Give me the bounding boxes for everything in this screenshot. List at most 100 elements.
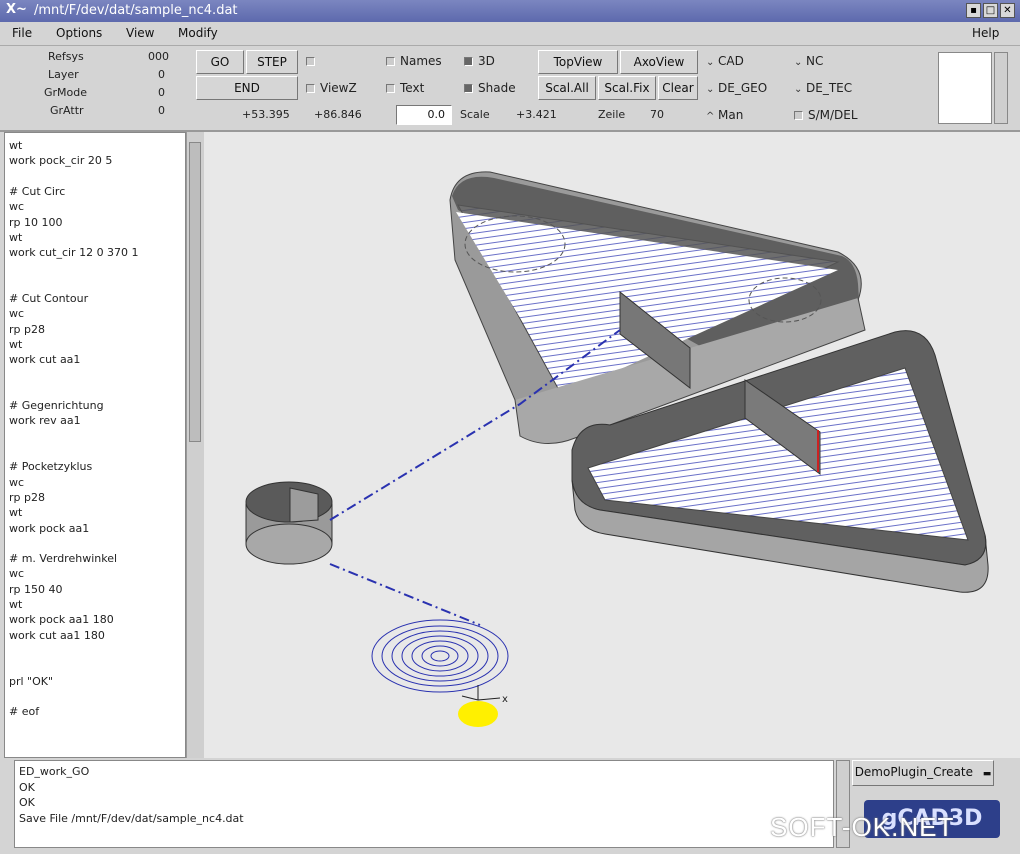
grattr-label: GrAttr bbox=[50, 104, 84, 117]
nc-radio[interactable]: ⌄ NC bbox=[794, 54, 823, 68]
sm-del-checkbox[interactable]: S/M/DEL bbox=[794, 108, 858, 122]
editor-line: wc bbox=[9, 307, 25, 321]
close-button[interactable]: ✕ bbox=[1000, 3, 1015, 18]
preview-box bbox=[938, 52, 992, 124]
editor-line: prl "OK" bbox=[9, 674, 54, 688]
names-checkbox[interactable]: Names bbox=[386, 54, 442, 68]
layer-value: 0 bbox=[158, 68, 165, 81]
zeile-value: 70 bbox=[650, 108, 664, 121]
axoview-button[interactable]: AxoView bbox=[620, 50, 698, 74]
menu-file[interactable]: File bbox=[12, 26, 32, 40]
console-line: OK bbox=[19, 796, 35, 809]
zeile-label: Zeile bbox=[598, 108, 626, 121]
3d-viewport[interactable]: x bbox=[204, 132, 1020, 758]
window-title: /mnt/F/dev/dat/sample_nc4.dat bbox=[34, 3, 238, 18]
editor-line: wt bbox=[9, 337, 23, 351]
radio-mark-icon: ⌄ bbox=[706, 84, 715, 95]
checkbox-box bbox=[464, 57, 473, 66]
z-input[interactable]: 0.0 bbox=[396, 105, 452, 125]
menu-options[interactable]: Options bbox=[56, 26, 102, 40]
text-checkbox[interactable]: Text bbox=[386, 81, 424, 95]
minimize-button[interactable]: ▪ bbox=[966, 3, 981, 18]
plugin-dropdown[interactable]: DemoPlugin_Create ▬ bbox=[852, 760, 994, 786]
checkbox-box bbox=[306, 84, 315, 93]
console-line: ED_work_GO bbox=[19, 765, 90, 778]
menu-bar: File Options View Modify Help bbox=[0, 22, 1020, 46]
editor-line: wt bbox=[9, 598, 23, 611]
editor-line: rp p28 bbox=[9, 490, 45, 504]
de-geo-radio[interactable]: ⌄ DE_GEO bbox=[706, 81, 767, 95]
editor-line: wc bbox=[9, 200, 25, 214]
de-geo-label: DE_GEO bbox=[718, 81, 768, 95]
de-tec-radio[interactable]: ⌄ DE_TEC bbox=[794, 81, 852, 95]
editor-line: # Cut Circ bbox=[9, 184, 66, 198]
watermark: SOFT-OK.NET bbox=[770, 812, 955, 842]
checkbox-box bbox=[306, 57, 315, 66]
editor-line: work cut aa1 180 bbox=[9, 628, 105, 642]
menu-view[interactable]: View bbox=[126, 26, 154, 40]
message-console[interactable]: ED_work_GO OK OK Save File /mnt/F/dev/dat/s… bbox=[14, 760, 834, 848]
editor-line: work rev aa1 bbox=[9, 414, 81, 428]
menu-modify[interactable]: Modify bbox=[178, 26, 218, 40]
cad-label: CAD bbox=[718, 54, 744, 68]
refsys-value: 000 bbox=[148, 50, 169, 63]
go-button[interactable]: GO bbox=[196, 50, 244, 74]
viewz-checkbox[interactable]: ViewZ bbox=[306, 81, 357, 95]
clear-button[interactable]: Clear bbox=[658, 76, 698, 100]
cylinder-pocket bbox=[245, 481, 333, 565]
checkbox-box bbox=[386, 84, 395, 93]
sm-del-label: S/M/DEL bbox=[808, 108, 858, 122]
editor-line: # Pocketzyklus bbox=[9, 460, 93, 474]
editor-line: rp 10 100 bbox=[9, 215, 63, 229]
editor-line: work pock_cir 20 5 bbox=[9, 154, 113, 168]
shade-label: Shade bbox=[478, 81, 516, 95]
x-window-icon: X~ bbox=[6, 2, 27, 17]
scal-all-button[interactable]: Scal.All bbox=[538, 76, 596, 100]
man-radio[interactable]: ^ Man bbox=[706, 108, 743, 122]
layer-label: Layer bbox=[48, 68, 79, 81]
radio-selected-icon: ^ bbox=[706, 111, 715, 122]
coord-y-value: +86.846 bbox=[314, 108, 362, 121]
toolbar: Refsys Layer GrMode GrAttr 000 0 0 0 GO … bbox=[0, 46, 1020, 132]
cad-radio[interactable]: ⌄ CAD bbox=[706, 54, 744, 68]
checkbox-box bbox=[386, 57, 395, 66]
editor-line: wc bbox=[9, 567, 25, 581]
menu-help[interactable]: Help bbox=[972, 26, 999, 40]
editor-line: wt bbox=[9, 230, 23, 244]
preview-scrollbar[interactable] bbox=[994, 52, 1008, 124]
dropdown-arrow-icon: ▬ bbox=[982, 769, 992, 779]
de-tec-label: DE_TEC bbox=[806, 81, 853, 95]
maximize-button[interactable]: □ bbox=[983, 3, 998, 18]
editor-line: work pock aa1 bbox=[9, 521, 90, 535]
editor-line: wt bbox=[9, 139, 23, 152]
topview-button[interactable]: TopView bbox=[538, 50, 618, 74]
3d-label: 3D bbox=[478, 54, 495, 68]
blank-checkbox[interactable] bbox=[306, 54, 320, 68]
man-label: Man bbox=[718, 108, 744, 122]
checkbox-box bbox=[464, 84, 473, 93]
text-label: Text bbox=[400, 81, 425, 95]
program-editor[interactable]: wt work pock_cir 20 5 # Cut Circ wc rp 10 10… bbox=[4, 132, 186, 758]
names-label: Names bbox=[400, 54, 442, 68]
step-button[interactable]: STEP bbox=[246, 50, 298, 74]
plugin-label: DemoPlugin_Create bbox=[854, 765, 973, 779]
editor-line: work cut_cir 12 0 370 1 bbox=[9, 246, 139, 260]
editor-scrollbar[interactable] bbox=[186, 132, 204, 758]
radio-mark-icon: ⌄ bbox=[794, 57, 803, 68]
shade-checkbox[interactable]: Shade bbox=[464, 81, 516, 95]
coord-x-value: +53.395 bbox=[242, 108, 290, 121]
editor-line: # Gegenrichtung bbox=[9, 399, 104, 413]
editor-line: work pock aa1 180 bbox=[9, 613, 114, 627]
editor-line: # m. Verdrehwinkel bbox=[9, 552, 118, 566]
editor-line: rp 150 40 bbox=[9, 582, 63, 596]
svg-text:x: x bbox=[502, 694, 508, 705]
end-button[interactable]: END bbox=[196, 76, 298, 100]
3d-checkbox[interactable]: 3D bbox=[464, 54, 495, 68]
checkbox-box bbox=[794, 111, 803, 120]
scal-fix-button[interactable]: Scal.Fix bbox=[598, 76, 656, 100]
editor-line: # eof bbox=[9, 705, 40, 719]
editor-line: work cut aa1 bbox=[9, 353, 81, 367]
editor-line: # Cut Contour bbox=[9, 292, 89, 305]
grmode-value: 0 bbox=[158, 86, 165, 99]
editor-scroll-thumb[interactable] bbox=[189, 142, 201, 442]
